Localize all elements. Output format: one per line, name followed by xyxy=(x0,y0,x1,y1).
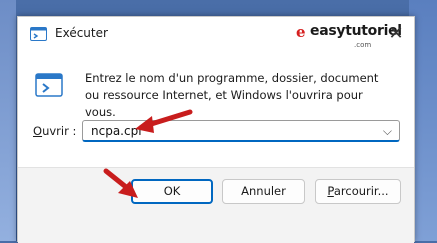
arrow-to-ok-icon xyxy=(103,168,138,198)
open-label: Ouvrir : xyxy=(33,124,76,138)
cancel-button[interactable]: Annuler xyxy=(222,179,305,204)
browse-label-rest: arcourir... xyxy=(333,184,389,198)
run-app-icon xyxy=(30,27,47,41)
browse-button[interactable]: Parcourir... xyxy=(315,179,401,204)
run-icon xyxy=(35,73,63,97)
desktop-background-left xyxy=(0,0,16,241)
open-label-rest: uvrir : xyxy=(42,124,77,138)
window-title: Exécuter xyxy=(55,26,108,40)
easytutoriel-watermark: e easytutoriel .com xyxy=(296,21,402,51)
open-label-accesskey: O xyxy=(33,124,43,138)
chevron-down-icon[interactable]: ⌵ xyxy=(383,124,392,139)
watermark-sub: .com xyxy=(354,41,372,49)
close-button[interactable]: ✕ xyxy=(384,23,408,45)
close-icon: ✕ xyxy=(388,23,404,44)
title-bar: Exécuter e easytutoriel .com ✕ xyxy=(18,17,414,51)
run-dialog: Exécuter e easytutoriel .com ✕ Entrez le… xyxy=(17,16,415,243)
watermark-logo: e xyxy=(296,23,306,41)
arrow-to-input-icon xyxy=(135,109,193,133)
